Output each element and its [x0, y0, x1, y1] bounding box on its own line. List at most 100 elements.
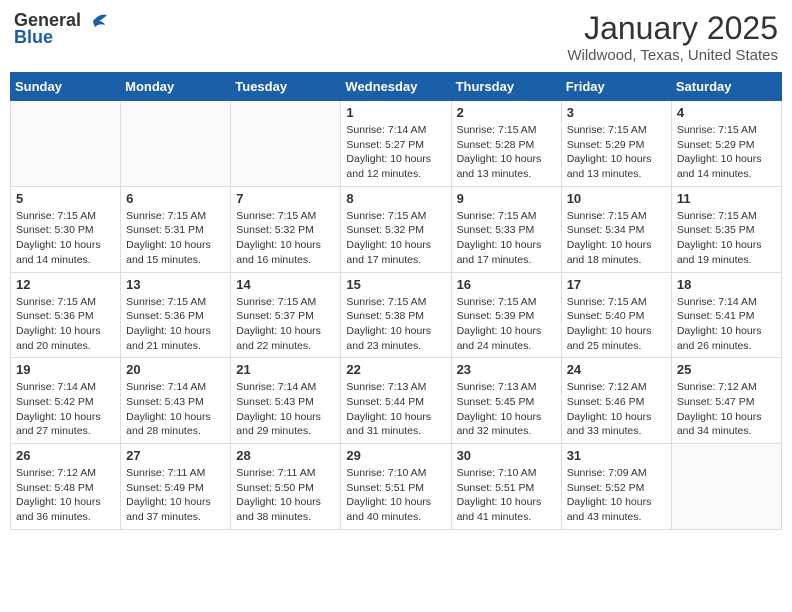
day-number: 27	[126, 448, 225, 463]
empty-cell	[671, 444, 781, 530]
day-cell-3: 3Sunrise: 7:15 AMSunset: 5:29 PMDaylight…	[561, 101, 671, 187]
day-cell-20: 20Sunrise: 7:14 AMSunset: 5:43 PMDayligh…	[121, 358, 231, 444]
day-cell-27: 27 Sunrise: 7:11 AMSunset: 5:49 PMDayligh…	[121, 444, 231, 530]
day-number: 18	[677, 277, 776, 292]
col-header-tuesday: Tuesday	[231, 73, 341, 101]
location-title: Wildwood, Texas, United States	[567, 47, 778, 64]
day-info: Sunrise: 7:14 AMSunset: 5:27 PMDaylight:…	[346, 123, 445, 182]
day-number: 7	[236, 191, 335, 206]
day-number: 22	[346, 362, 445, 377]
title-area: January 2025 Wildwood, Texas, United Sta…	[567, 10, 778, 64]
day-cell-31: 31 Sunrise: 7:09 AMSunset: 5:52 PMDayligh…	[561, 444, 671, 530]
col-header-monday: Monday	[121, 73, 231, 101]
col-header-friday: Friday	[561, 73, 671, 101]
logo-blue-text: Blue	[14, 27, 53, 48]
day-cell-7: 7 Sunrise: 7:15 AMSunset: 5:32 PMDaylight…	[231, 186, 341, 272]
day-info: Sunrise: 7:15 AMSunset: 5:30 PMDaylight:…	[16, 209, 115, 268]
calendar-header-row: SundayMondayTuesdayWednesdayThursdayFrid…	[11, 73, 782, 101]
day-info: Sunrise: 7:15 AMSunset: 5:31 PMDaylight:…	[126, 209, 225, 268]
day-number: 17	[567, 277, 666, 292]
week-row-3: 12 Sunrise: 7:15 AMSunset: 5:36 PMDayligh…	[11, 272, 782, 358]
day-number: 10	[567, 191, 666, 206]
day-info: Sunrise: 7:15 AMSunset: 5:37 PMDaylight:…	[236, 295, 335, 354]
day-info: Sunrise: 7:15 AMSunset: 5:28 PMDaylight:…	[457, 123, 556, 182]
day-cell-19: 19 Sunrise: 7:14 AMSunset: 5:42 PMDayligh…	[11, 358, 121, 444]
day-cell-1: 1Sunrise: 7:14 AMSunset: 5:27 PMDaylight…	[341, 101, 451, 187]
week-row-2: 5 Sunrise: 7:15 AMSunset: 5:30 PMDaylight…	[11, 186, 782, 272]
day-cell-11: 11 Sunrise: 7:15 AMSunset: 5:35 PMDayligh…	[671, 186, 781, 272]
day-number: 3	[567, 105, 666, 120]
day-cell-29: 29Sunrise: 7:10 AMSunset: 5:51 PMDayligh…	[341, 444, 451, 530]
day-info: Sunrise: 7:14 AMSunset: 5:41 PMDaylight:…	[677, 295, 776, 354]
day-info: Sunrise: 7:11 AMSunset: 5:49 PMDaylight:…	[126, 466, 225, 525]
day-info: Sunrise: 7:15 AMSunset: 5:36 PMDaylight:…	[16, 295, 115, 354]
day-number: 30	[457, 448, 556, 463]
empty-cell	[231, 101, 341, 187]
day-number: 19	[16, 362, 115, 377]
day-info: Sunrise: 7:12 AMSunset: 5:48 PMDaylight:…	[16, 466, 115, 525]
day-info: Sunrise: 7:15 AMSunset: 5:29 PMDaylight:…	[677, 123, 776, 182]
day-info: Sunrise: 7:15 AMSunset: 5:40 PMDaylight:…	[567, 295, 666, 354]
day-cell-30: 30 Sunrise: 7:10 AMSunset: 5:51 PMDayligh…	[451, 444, 561, 530]
day-info: Sunrise: 7:09 AMSunset: 5:52 PMDaylight:…	[567, 466, 666, 525]
day-number: 6	[126, 191, 225, 206]
logo-bird-icon	[85, 11, 107, 31]
empty-cell	[11, 101, 121, 187]
day-number: 24	[567, 362, 666, 377]
day-info: Sunrise: 7:12 AMSunset: 5:47 PMDaylight:…	[677, 380, 776, 439]
day-number: 21	[236, 362, 335, 377]
day-number: 31	[567, 448, 666, 463]
week-row-1: 1Sunrise: 7:14 AMSunset: 5:27 PMDaylight…	[11, 101, 782, 187]
month-title: January 2025	[567, 10, 778, 47]
col-header-saturday: Saturday	[671, 73, 781, 101]
day-info: Sunrise: 7:15 AMSunset: 5:35 PMDaylight:…	[677, 209, 776, 268]
day-cell-15: 15Sunrise: 7:15 AMSunset: 5:38 PMDayligh…	[341, 272, 451, 358]
day-info: Sunrise: 7:10 AMSunset: 5:51 PMDaylight:…	[346, 466, 445, 525]
day-number: 2	[457, 105, 556, 120]
day-cell-22: 22Sunrise: 7:13 AMSunset: 5:44 PMDayligh…	[341, 358, 451, 444]
day-number: 11	[677, 191, 776, 206]
day-cell-28: 28Sunrise: 7:11 AMSunset: 5:50 PMDayligh…	[231, 444, 341, 530]
day-number: 5	[16, 191, 115, 206]
day-cell-8: 8Sunrise: 7:15 AMSunset: 5:32 PMDaylight…	[341, 186, 451, 272]
day-info: Sunrise: 7:15 AMSunset: 5:32 PMDaylight:…	[236, 209, 335, 268]
day-cell-9: 9Sunrise: 7:15 AMSunset: 5:33 PMDaylight…	[451, 186, 561, 272]
col-header-sunday: Sunday	[11, 73, 121, 101]
col-header-wednesday: Wednesday	[341, 73, 451, 101]
day-number: 26	[16, 448, 115, 463]
day-number: 16	[457, 277, 556, 292]
week-row-4: 19 Sunrise: 7:14 AMSunset: 5:42 PMDayligh…	[11, 358, 782, 444]
day-info: Sunrise: 7:15 AMSunset: 5:33 PMDaylight:…	[457, 209, 556, 268]
day-cell-2: 2 Sunrise: 7:15 AMSunset: 5:28 PMDaylight…	[451, 101, 561, 187]
day-info: Sunrise: 7:15 AMSunset: 5:34 PMDaylight:…	[567, 209, 666, 268]
col-header-thursday: Thursday	[451, 73, 561, 101]
day-info: Sunrise: 7:14 AMSunset: 5:43 PMDaylight:…	[236, 380, 335, 439]
week-row-5: 26 Sunrise: 7:12 AMSunset: 5:48 PMDayligh…	[11, 444, 782, 530]
day-number: 20	[126, 362, 225, 377]
logo: General Blue	[14, 10, 107, 48]
day-info: Sunrise: 7:12 AMSunset: 5:46 PMDaylight:…	[567, 380, 666, 439]
day-cell-24: 24 Sunrise: 7:12 AMSunset: 5:46 PMDayligh…	[561, 358, 671, 444]
calendar-table: SundayMondayTuesdayWednesdayThursdayFrid…	[10, 72, 782, 530]
day-cell-6: 6 Sunrise: 7:15 AMSunset: 5:31 PMDaylight…	[121, 186, 231, 272]
day-cell-13: 13 Sunrise: 7:15 AMSunset: 5:36 PMDayligh…	[121, 272, 231, 358]
day-number: 8	[346, 191, 445, 206]
day-number: 4	[677, 105, 776, 120]
day-number: 25	[677, 362, 776, 377]
day-number: 23	[457, 362, 556, 377]
day-number: 12	[16, 277, 115, 292]
day-number: 28	[236, 448, 335, 463]
empty-cell	[121, 101, 231, 187]
day-info: Sunrise: 7:15 AMSunset: 5:38 PMDaylight:…	[346, 295, 445, 354]
day-info: Sunrise: 7:14 AMSunset: 5:42 PMDaylight:…	[16, 380, 115, 439]
day-number: 14	[236, 277, 335, 292]
day-info: Sunrise: 7:13 AMSunset: 5:45 PMDaylight:…	[457, 380, 556, 439]
header: General Blue January 2025 Wildwood, Texa…	[10, 10, 782, 64]
day-info: Sunrise: 7:15 AMSunset: 5:36 PMDaylight:…	[126, 295, 225, 354]
day-cell-18: 18 Sunrise: 7:14 AMSunset: 5:41 PMDayligh…	[671, 272, 781, 358]
day-cell-21: 21 Sunrise: 7:14 AMSunset: 5:43 PMDayligh…	[231, 358, 341, 444]
day-info: Sunrise: 7:10 AMSunset: 5:51 PMDaylight:…	[457, 466, 556, 525]
day-number: 13	[126, 277, 225, 292]
day-cell-26: 26 Sunrise: 7:12 AMSunset: 5:48 PMDayligh…	[11, 444, 121, 530]
day-cell-23: 23 Sunrise: 7:13 AMSunset: 5:45 PMDayligh…	[451, 358, 561, 444]
